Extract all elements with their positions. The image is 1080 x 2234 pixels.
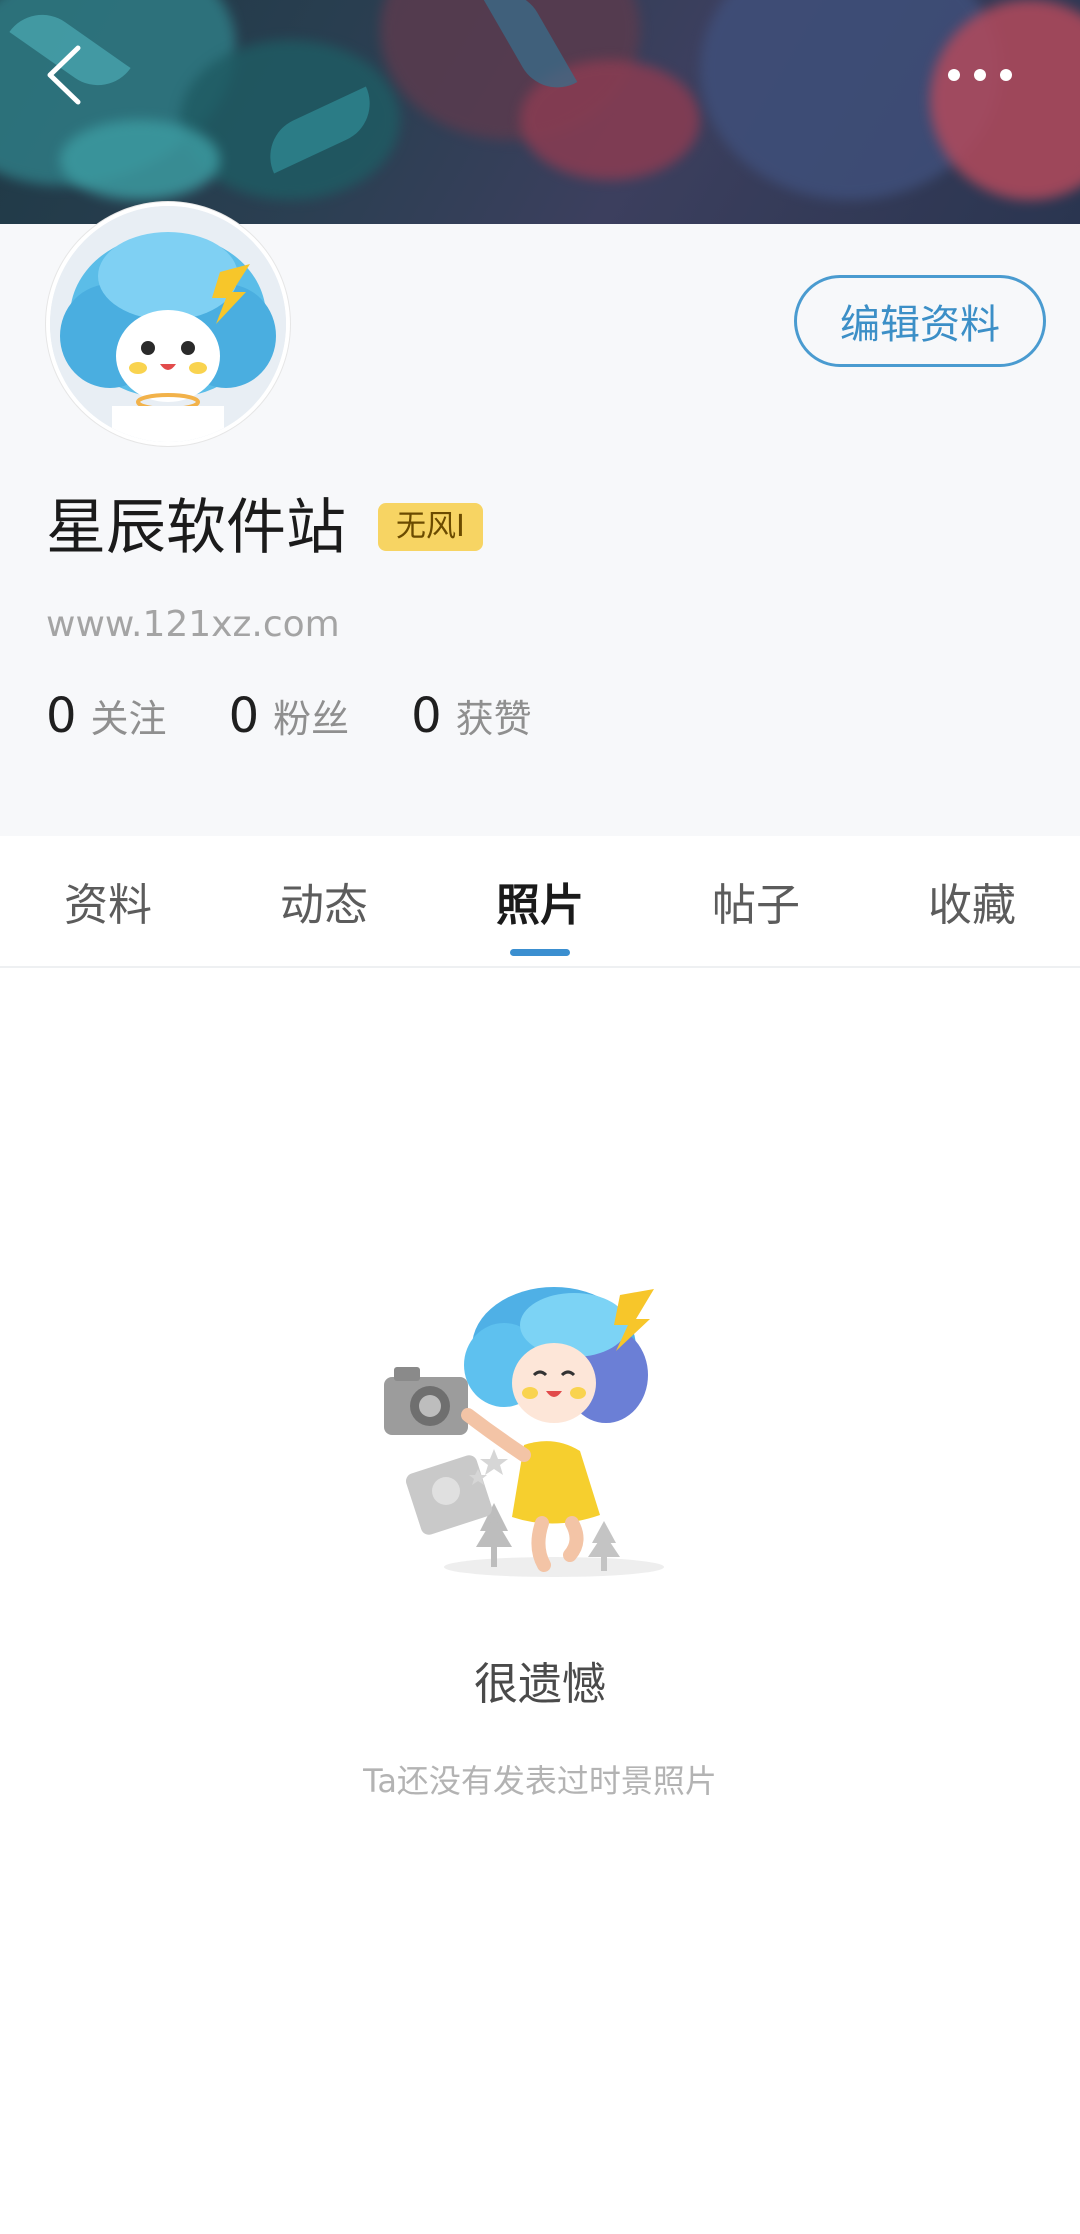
tab-label: 照片 xyxy=(496,880,584,931)
stat-following[interactable]: 0 关注 xyxy=(46,688,167,744)
stat-likes-label: 获赞 xyxy=(455,697,532,741)
back-button[interactable] xyxy=(40,40,96,110)
stat-followers-label: 粉丝 xyxy=(273,697,350,741)
profile-cover xyxy=(0,0,1080,224)
edit-profile-button[interactable]: 编辑资料 xyxy=(794,275,1046,367)
girl-with-camera-illustration xyxy=(384,1287,664,1577)
photos-empty-state: 很遗憾 Ta还没有发表过时景照片 xyxy=(0,968,1080,2234)
stat-following-count: 0 xyxy=(46,688,77,744)
more-options-button[interactable] xyxy=(940,50,1020,100)
tab-info[interactable]: 资料 xyxy=(0,836,216,966)
tab-photos[interactable]: 照片 xyxy=(432,836,648,966)
stat-following-label: 关注 xyxy=(90,697,167,741)
empty-state-title: 很遗憾 xyxy=(474,1659,606,1710)
stat-likes[interactable]: 0 获赞 xyxy=(411,688,532,744)
more-horizontal-icon xyxy=(948,69,1012,81)
cover-decoration xyxy=(60,120,220,200)
tab-feed[interactable]: 动态 xyxy=(216,836,432,966)
avatar[interactable] xyxy=(46,202,290,446)
active-tab-indicator xyxy=(510,949,570,956)
stat-likes-count: 0 xyxy=(411,688,442,744)
user-level-badge: 无风I xyxy=(378,503,483,551)
tab-favorites[interactable]: 收藏 xyxy=(864,836,1080,966)
stat-followers-count: 0 xyxy=(228,688,260,744)
profile-page: 编辑资料 星辰软件站 无风I www.121xz.com 0 关注 0 粉丝 0… xyxy=(0,0,1080,2234)
tab-posts[interactable]: 帖子 xyxy=(648,836,864,966)
profile-stats: 0 关注 0 粉丝 0 获赞 xyxy=(46,686,594,746)
tab-label: 资料 xyxy=(64,880,152,931)
profile-name: 星辰软件站 xyxy=(46,493,346,563)
empty-photos-illustration xyxy=(384,1285,694,1585)
tab-label: 收藏 xyxy=(928,880,1016,931)
empty-state-subtitle: Ta还没有发表过时景照片 xyxy=(363,1762,717,1800)
tab-label: 动态 xyxy=(280,880,368,931)
tab-label: 帖子 xyxy=(712,880,800,931)
avatar-illustration xyxy=(50,206,286,442)
stat-followers[interactable]: 0 粉丝 xyxy=(229,688,350,744)
profile-website[interactable]: www.121xz.com xyxy=(46,603,340,647)
chevron-left-icon xyxy=(47,45,81,105)
profile-tabs: 资料 动态 照片 帖子 收藏 xyxy=(0,836,1080,968)
